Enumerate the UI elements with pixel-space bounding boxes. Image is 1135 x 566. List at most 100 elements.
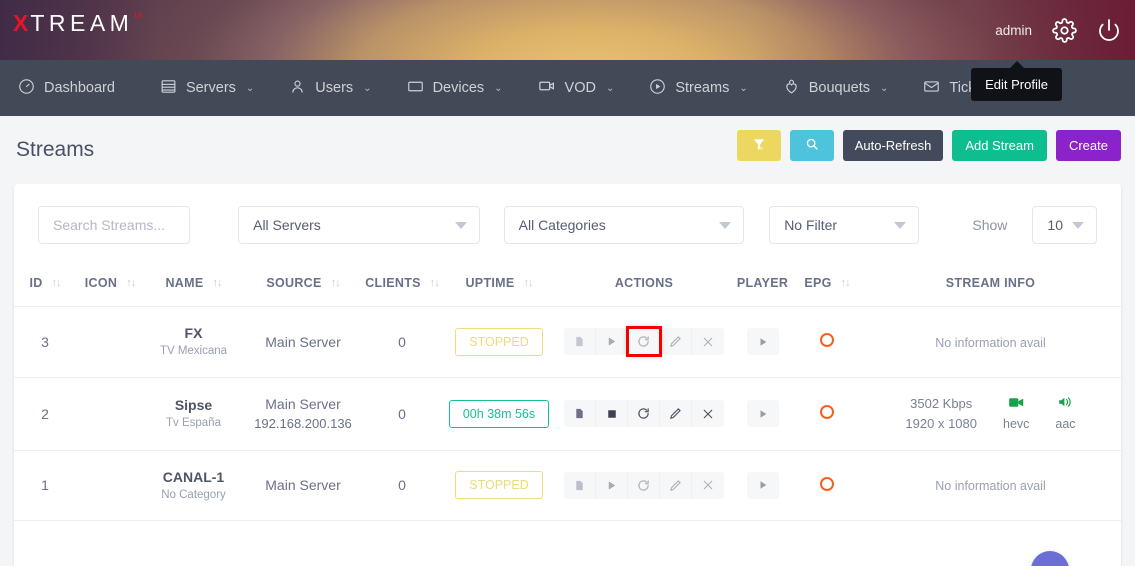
view-log-button[interactable] xyxy=(564,328,596,355)
search-button[interactable] xyxy=(790,130,834,161)
edit-profile-tooltip: Edit Profile xyxy=(971,68,1062,101)
categories-select[interactable]: All Categories xyxy=(504,206,745,244)
cell-name: Sipse Tv España xyxy=(144,377,243,450)
clear-filter-button[interactable]: x xyxy=(737,130,781,161)
col-clients[interactable]: CLIENTS↑↓ xyxy=(363,262,441,307)
sort-icon-uptime[interactable]: ↑↓ xyxy=(524,277,533,289)
cell-epg xyxy=(794,377,860,450)
table-row[interactable]: 3 FX TV Mexicana Main Server 0 STOPPED xyxy=(14,307,1121,378)
delete-stream-button[interactable] xyxy=(692,328,724,355)
col-label-actions: ACTIONS xyxy=(615,276,673,290)
sort-icon-clients[interactable]: ↑↓ xyxy=(430,277,439,289)
nav-item-dashboard[interactable]: Dashboard xyxy=(14,60,146,116)
nav-label-bouquets: Bouquets xyxy=(809,80,870,96)
col-source[interactable]: SOURCE ↑↓ xyxy=(243,262,363,307)
restart-stream-button[interactable] xyxy=(628,472,660,499)
stream-name: FX xyxy=(144,323,243,343)
cell-clients: 0 xyxy=(363,307,441,378)
top-header-bar: XTREAMUI admin xyxy=(0,0,1135,60)
page-toolbar: x Auto-Refresh Add Stream Create xyxy=(737,130,1121,161)
cell-name: CANAL-1 No Category xyxy=(144,450,243,521)
nav-item-servers[interactable]: Servers ⌄ xyxy=(156,60,275,116)
page-size-select[interactable]: 10 xyxy=(1032,206,1097,244)
nav-label-vod: VOD xyxy=(565,80,596,96)
col-uptime[interactable]: UPTIME↑↓ xyxy=(441,262,557,307)
brand-logo[interactable]: XTREAMUI xyxy=(13,10,142,37)
app-root: XTREAMUI admin Dashboard xyxy=(0,0,1135,566)
stream-bitrate-resolution: 3502 Kbps 1920 x 1080 xyxy=(905,394,977,433)
nav-item-devices[interactable]: Devices ⌄ xyxy=(403,60,524,116)
cell-name: FX TV Mexicana xyxy=(144,307,243,378)
cell-stream-info: No information avail xyxy=(860,307,1121,378)
nav-label-dashboard: Dashboard xyxy=(44,80,115,96)
nav-item-bouquets[interactable]: Bouquets ⌄ xyxy=(779,60,910,116)
start-stream-button[interactable] xyxy=(596,328,628,355)
view-log-button[interactable] xyxy=(564,472,596,499)
power-icon[interactable] xyxy=(1097,18,1121,42)
source-name: Main Server xyxy=(243,475,363,495)
username-label[interactable]: admin xyxy=(995,23,1032,38)
epg-status-icon[interactable] xyxy=(820,477,834,491)
restart-stream-button[interactable] xyxy=(628,400,660,427)
source-name: Main Server xyxy=(243,394,363,414)
servers-select[interactable]: All Servers xyxy=(238,206,480,244)
stream-category: No Category xyxy=(144,487,243,504)
status-filter-value: No Filter xyxy=(784,217,837,233)
sort-icon-id[interactable]: ↑↓ xyxy=(52,277,61,289)
cell-actions xyxy=(557,450,731,521)
sort-icon-source[interactable]: ↑↓ xyxy=(331,277,340,289)
restart-stream-button[interactable] xyxy=(628,328,660,355)
sort-icon-name[interactable]: ↑↓ xyxy=(213,277,222,289)
streams-table: ID↑↓ ICON↑↓ NAME↑↓ SOURCE ↑↓ CLIENTS↑↓ UP… xyxy=(14,262,1121,521)
sort-icon-epg[interactable]: ↑↓ xyxy=(841,277,850,289)
delete-stream-button[interactable] xyxy=(692,400,724,427)
player-play-button[interactable] xyxy=(747,472,779,499)
edit-stream-button[interactable] xyxy=(660,328,692,355)
epg-status-icon[interactable] xyxy=(820,405,834,419)
cell-uptime: STOPPED xyxy=(441,307,557,378)
source-name: Main Server xyxy=(243,332,363,352)
player-play-button[interactable] xyxy=(747,328,779,355)
search-input[interactable]: Search Streams... xyxy=(38,206,190,244)
nav-label-devices: Devices xyxy=(433,80,485,96)
status-filter-select[interactable]: No Filter xyxy=(769,206,919,244)
stream-info-text: No information avail xyxy=(935,479,1045,493)
cell-player xyxy=(731,307,794,378)
vod-icon xyxy=(538,77,556,99)
stop-stream-button[interactable] xyxy=(596,400,628,427)
cell-icon xyxy=(76,377,144,450)
actions-group xyxy=(564,472,724,499)
col-id[interactable]: ID↑↓ xyxy=(14,262,76,307)
cell-uptime: STOPPED xyxy=(441,450,557,521)
auto-refresh-button[interactable]: Auto-Refresh xyxy=(843,130,944,161)
cell-source: Main Server xyxy=(243,450,363,521)
start-stream-button[interactable] xyxy=(596,472,628,499)
nav-item-vod[interactable]: VOD ⌄ xyxy=(534,60,636,116)
nav-item-streams[interactable]: Streams ⌄ xyxy=(645,60,768,116)
view-log-button[interactable] xyxy=(564,400,596,427)
sort-icon-icon[interactable]: ↑↓ xyxy=(126,277,135,289)
nav-item-users[interactable]: Users ⌄ xyxy=(285,60,392,116)
add-stream-button[interactable]: Add Stream xyxy=(952,130,1047,161)
tickets-icon xyxy=(923,78,940,99)
search-icon xyxy=(805,137,819,154)
table-row[interactable]: 2 Sipse Tv España Main Server 192.168.20… xyxy=(14,377,1121,450)
col-stream-info: STREAM INFO xyxy=(860,262,1121,307)
col-icon[interactable]: ICON↑↓ xyxy=(76,262,144,307)
stream-info-text: No information avail xyxy=(935,336,1045,350)
bouquets-icon xyxy=(783,78,800,99)
nav-label-users: Users xyxy=(315,80,353,96)
edit-stream-button[interactable] xyxy=(660,400,692,427)
epg-status-icon[interactable] xyxy=(820,333,834,347)
delete-stream-button[interactable] xyxy=(692,472,724,499)
col-label-source: SOURCE xyxy=(266,276,321,290)
table-row[interactable]: 1 CANAL-1 No Category Main Server 0 STOP… xyxy=(14,450,1121,521)
col-name[interactable]: NAME↑↓ xyxy=(144,262,243,307)
col-epg[interactable]: EPG↑↓ xyxy=(794,262,860,307)
create-button[interactable]: Create xyxy=(1056,130,1121,161)
chevron-down-icon-bouquets: ⌄ xyxy=(880,83,888,94)
player-play-button[interactable] xyxy=(747,400,779,427)
gear-icon[interactable] xyxy=(1052,18,1077,43)
stream-name: CANAL-1 xyxy=(144,467,243,487)
edit-stream-button[interactable] xyxy=(660,472,692,499)
